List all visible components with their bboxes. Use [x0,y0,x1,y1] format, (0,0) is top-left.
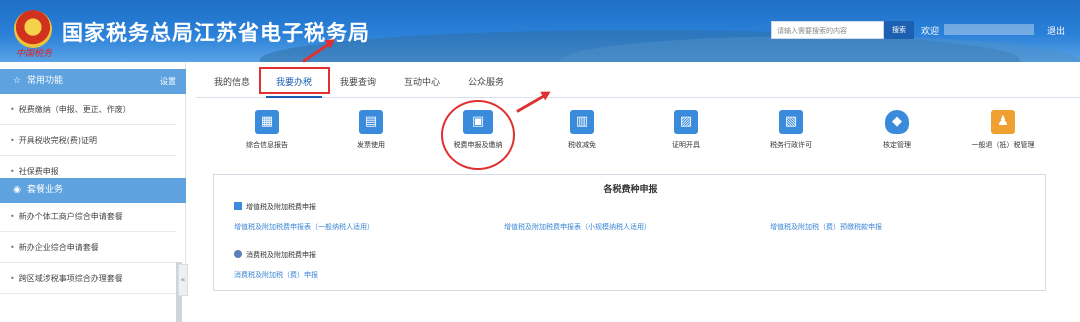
highlight-circle [441,100,515,170]
logout-link[interactable]: 退出 [1047,24,1065,37]
func-label: 一般退（抵）税管理 [971,141,1035,149]
search-input[interactable]: 请输入需要搜索的内容 [771,21,884,39]
welcome-text: 欢迎 [921,27,940,37]
sidebar-item-tax-certificate[interactable]: • 开具税收完税(费)证明 [0,125,176,156]
sidebar-common-label: 常用功能 [27,76,64,86]
section-consumption: 消费税及附加税费申报 [234,250,316,260]
func-info-report[interactable]: ▦ 综合信息报告 [222,110,312,150]
tab-my-info[interactable]: 我的信息 [204,70,260,98]
checkbox-icon [234,202,242,210]
shield-icon: ◆ [885,110,909,134]
person-icon [234,250,242,258]
site-header: 中国税务 国家税务总局江苏省电子税务局 请输入需要搜索的内容 搜索 欢迎 退出 [0,0,1080,62]
tab-interaction[interactable]: 互动中心 [394,70,450,98]
site-title: 国家税务总局江苏省电子税务局 [62,21,370,45]
sidebar-common-header[interactable]: ☆ 常用功能 设置 [0,69,186,94]
declaration-panel: 各税费种申报 增值税及附加税费申报 增值税及附加税费申报表（一般纳税人适用） 增… [213,174,1046,291]
func-verification[interactable]: ◆ 核定管理 [852,110,942,150]
tax-emblem-icon [14,10,52,48]
link-vat-general[interactable]: 增值税及附加税费申报表（一般纳税人适用） [234,222,374,232]
func-label: 发票使用 [357,141,385,149]
func-label: 综合信息报告 [246,141,288,149]
func-certificate[interactable]: ▨ 证明开具 [641,110,731,150]
func-label: 核定管理 [883,141,911,149]
sidebar-item-new-enterprise[interactable]: • 新办企业综合申请套餐 [0,232,176,263]
sidebar-collapse-button[interactable]: « [178,264,188,296]
invoice-icon: ▤ [359,110,383,134]
func-invoice[interactable]: ▤ 发票使用 [326,110,416,150]
user-name-masked [944,24,1034,35]
star-icon: ☆ [12,76,22,86]
sidebar-package-label: 套餐业务 [27,185,64,195]
sidebar-settings-link[interactable]: 设置 [160,69,176,94]
monitor-chart-icon: ▦ [255,110,279,134]
func-label: 税收减免 [568,141,596,149]
func-label: 证明开具 [672,141,700,149]
search-button[interactable]: 搜索 [884,21,914,39]
section-vat: 增值税及附加税费申报 [234,202,316,212]
section-label: 消费税及附加税费申报 [246,251,316,259]
package-icon: ◉ [13,185,21,195]
func-admin-permit[interactable]: ▧ 税务行政许可 [746,110,836,150]
section-label: 增值税及附加税费申报 [246,203,316,211]
sidebar-item-tax-payment[interactable]: • 税费缴纳（申报、更正、作废） [0,94,176,125]
sidebar-item-label: 新办个体工商户综合申请套餐 [18,212,123,221]
sidebar-item-label: 社保费申报 [18,167,59,176]
sidebar-item-label: 新办企业综合申请套餐 [18,243,99,252]
link-vat-small-scale[interactable]: 增值税及附加税费申报表（小规模纳税人适用） [504,222,651,232]
func-tax-refund[interactable]: ♟ 一般退（抵）税管理 [958,110,1048,150]
tab-highlight-box [259,67,330,94]
seal-text: 中国税务 [15,49,52,59]
link-vat-prepayment[interactable]: 增值税及附加税（费）预缴税款申报 [770,222,882,232]
link-consumption-tax[interactable]: 消费税及附加税（费）申报 [234,270,318,280]
sidebar-item-label: 跨区域涉税事项综合办理套餐 [18,274,123,283]
chart-icon: ▥ [570,110,594,134]
sidebar-package-header[interactable]: ◉ 套餐业务 [0,178,186,203]
certificate-icon: ▨ [674,110,698,134]
people-icon: ♟ [991,110,1015,134]
sidebar-item-label: 开具税收完税(费)证明 [18,136,97,145]
func-label: 税务行政许可 [770,141,812,149]
sidebar: ☆ 常用功能 设置 • 税费缴纳（申报、更正、作废） • 开具税收完税(费)证明 • 社… [0,62,188,322]
panel-title: 各税费种申报 [603,185,658,195]
tab-public-service[interactable]: 公众服务 [458,70,514,98]
sidebar-item-cross-region[interactable]: • 跨区域涉税事项综合办理套餐 [0,263,176,294]
sidebar-item-label: 税费缴纳（申报、更正、作废） [18,105,131,114]
tab-query[interactable]: 我要查询 [330,70,386,98]
sidebar-item-individual-business[interactable]: • 新办个体工商户综合申请套餐 [0,201,176,232]
document-icon: ▧ [779,110,803,134]
func-tax-reduction[interactable]: ▥ 税收减免 [537,110,627,150]
